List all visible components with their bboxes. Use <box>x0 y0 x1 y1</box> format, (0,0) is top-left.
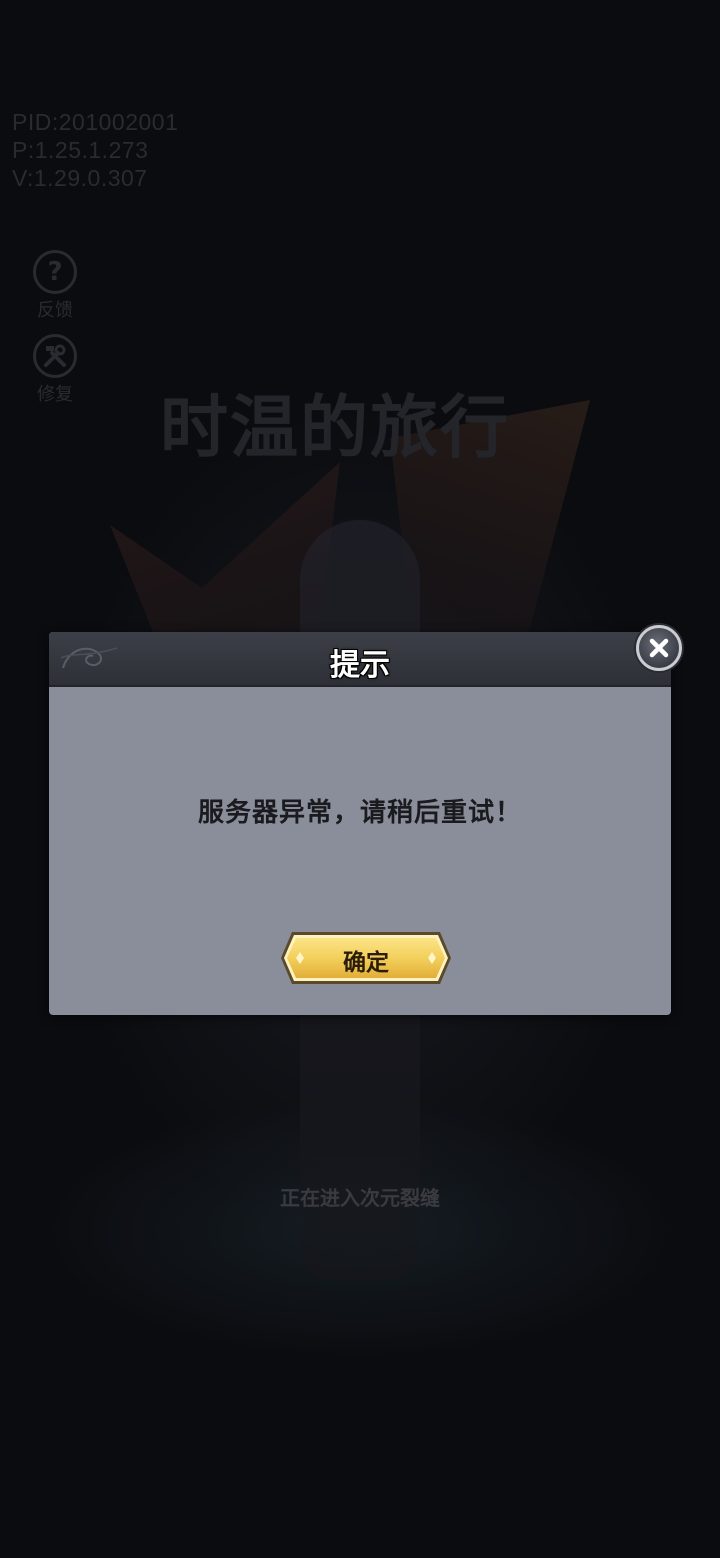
loading-status-text: 正在进入次元裂缝 <box>280 1186 440 1210</box>
repair-label: 修复 <box>37 384 73 405</box>
repair-button[interactable]: 修复 <box>26 334 84 406</box>
dialog-title: 提示 <box>330 648 390 683</box>
wrench-hammer-icon <box>33 334 77 378</box>
alert-dialog: 提示 服务器异常，请稍后重试！ 确定 <box>49 625 682 1015</box>
feedback-label: 反馈 <box>37 300 73 321</box>
close-button[interactable] <box>636 625 682 671</box>
game-title-logo: 时温的旅行 <box>160 388 511 468</box>
p-version-label: P:1.25.1.273 <box>12 137 149 163</box>
close-icon <box>649 638 669 658</box>
confirm-button[interactable]: 确定 <box>280 930 452 986</box>
pid-label: PID:201002001 <box>12 109 179 135</box>
v-version-label: V:1.29.0.307 <box>12 165 148 191</box>
dialog-header: 提示 <box>49 632 671 687</box>
feedback-button[interactable]: ? 反馈 <box>26 250 84 322</box>
game-screen: PID:201002001 P:1.25.1.273 V:1.29.0.307 … <box>0 0 720 1558</box>
dialog-message: 服务器异常，请稍后重试！ <box>197 798 522 828</box>
question-icon: ? <box>33 250 77 294</box>
confirm-button-label: 确定 <box>343 950 389 976</box>
